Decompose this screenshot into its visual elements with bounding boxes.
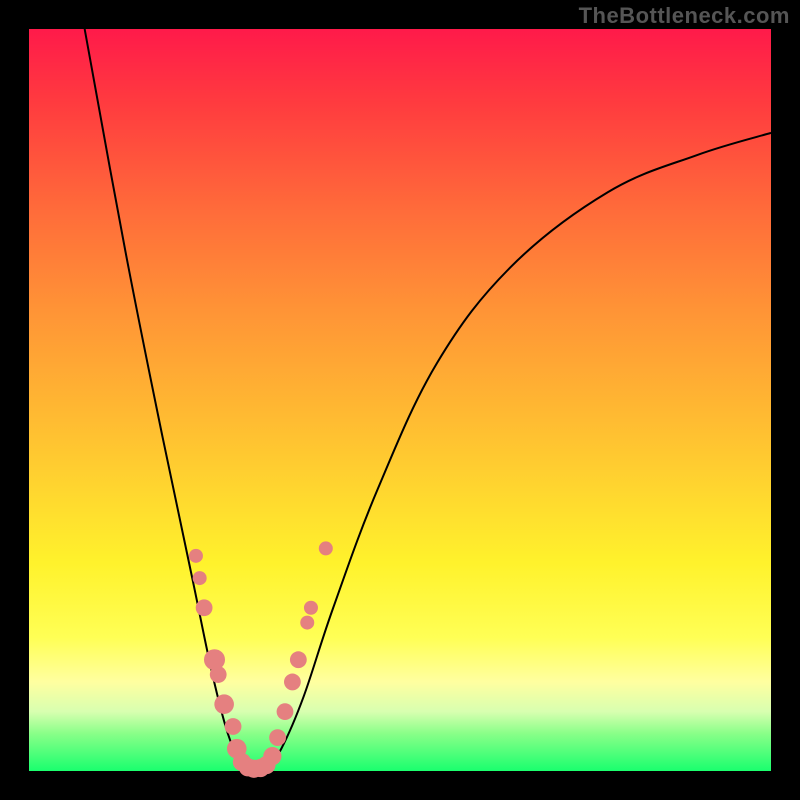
data-marker [189,549,203,563]
data-marker [290,651,307,668]
data-marker [269,729,286,746]
data-marker [277,703,294,720]
curve-group [85,29,771,771]
data-marker [210,666,227,683]
curve-svg [29,29,771,771]
data-marker [193,571,207,585]
data-marker [196,599,213,616]
data-marker [319,541,333,555]
plot-area [29,29,771,771]
chart-frame: TheBottleneck.com [0,0,800,800]
data-marker [304,601,318,615]
data-marker [225,718,242,735]
watermark-text: TheBottleneck.com [579,3,790,29]
data-marker [284,674,301,691]
bottleneck-curve-path [85,29,771,771]
marker-group [189,541,333,777]
data-marker [300,616,314,630]
data-marker [263,747,281,765]
data-marker [214,694,234,714]
